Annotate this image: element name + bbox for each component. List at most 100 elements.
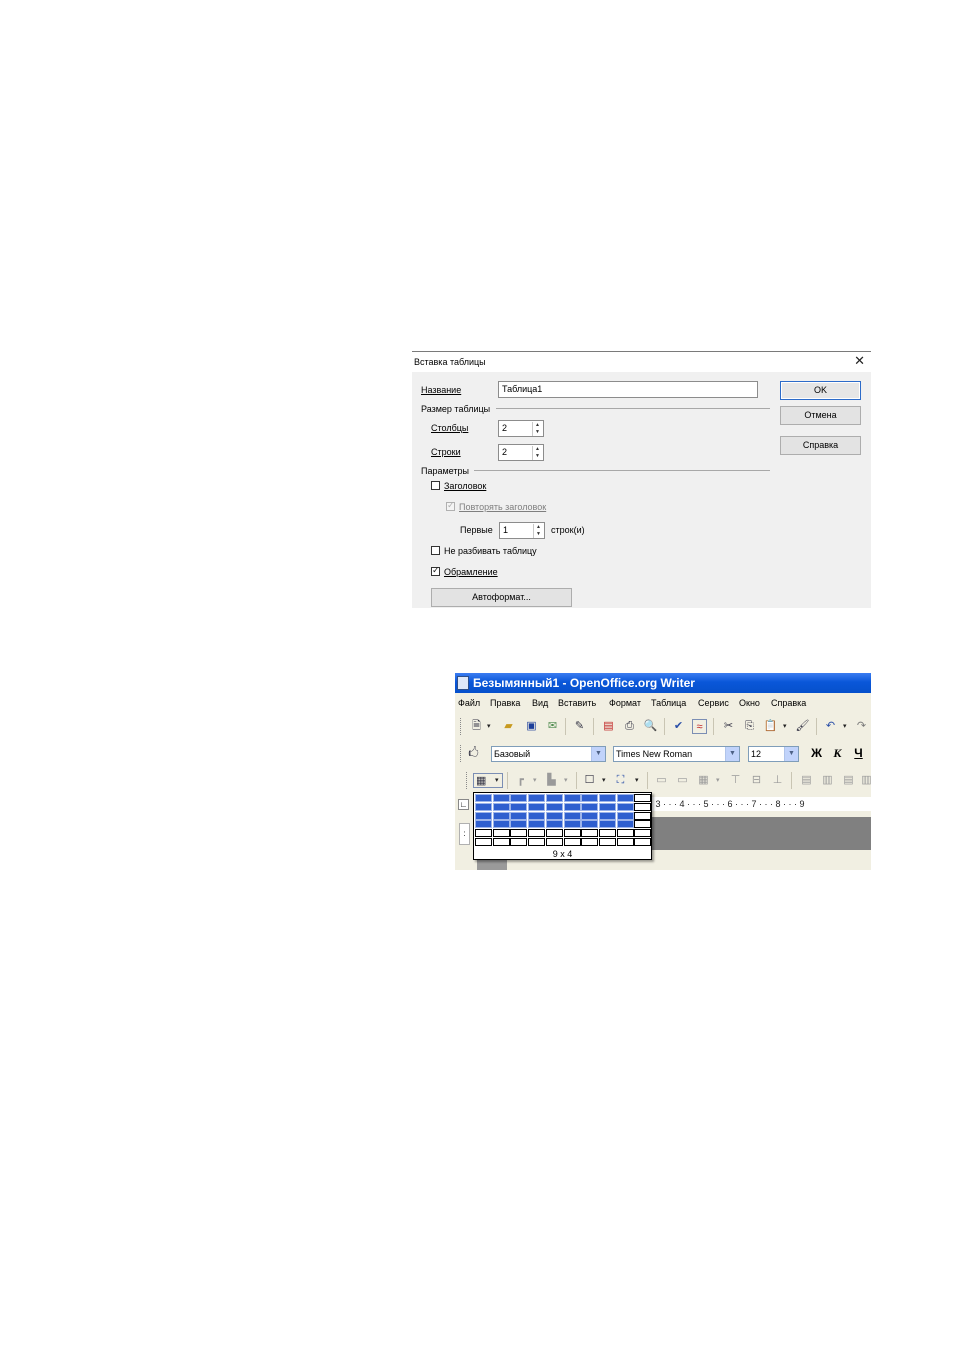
- grid-cell[interactable]: [616, 838, 634, 846]
- chevron-down-icon[interactable]: ▼: [591, 747, 605, 761]
- spin-arrows-icon[interactable]: ▲ ▼: [532, 446, 542, 460]
- grid-cell[interactable]: [528, 820, 546, 829]
- bold-button[interactable]: Ж: [809, 746, 824, 761]
- grid-cell[interactable]: [563, 794, 581, 802]
- chevron-down-icon[interactable]: ▼: [784, 747, 798, 761]
- undo-icon[interactable]: ↶: [823, 719, 838, 734]
- grid-cell[interactable]: [528, 838, 546, 846]
- autoformat-button[interactable]: Автоформат...: [431, 588, 572, 607]
- toolbar-grip[interactable]: [466, 772, 469, 789]
- rows-spinbox[interactable]: 2 ▲ ▼: [498, 444, 544, 461]
- grid-cell[interactable]: [598, 794, 616, 802]
- autospellcheck-icon[interactable]: ≈: [692, 719, 707, 734]
- borders-dropdown-icon[interactable]: ▾: [602, 773, 608, 788]
- grid-cell[interactable]: [545, 802, 563, 811]
- menu-help[interactable]: Справка: [771, 698, 806, 708]
- grid-cell[interactable]: [598, 820, 616, 829]
- undo-dropdown-icon[interactable]: ▾: [843, 719, 849, 734]
- no-split-checkbox[interactable]: [431, 546, 440, 555]
- paste-icon[interactable]: 📋: [763, 719, 778, 734]
- menu-insert[interactable]: Вставить: [558, 698, 596, 708]
- grid-cell[interactable]: [616, 820, 634, 829]
- email-icon[interactable]: ✉: [545, 719, 560, 734]
- font-name-combo[interactable]: Times New Roman ▼: [613, 746, 740, 762]
- grid-cell[interactable]: [475, 838, 492, 846]
- grid-cell[interactable]: [563, 838, 581, 846]
- grid-cell[interactable]: [581, 829, 599, 838]
- menu-window[interactable]: Окно: [739, 698, 760, 708]
- grid-cell[interactable]: [475, 829, 492, 838]
- ok-button[interactable]: OK: [780, 381, 861, 400]
- grid-cell[interactable]: [492, 794, 510, 802]
- grid-cell[interactable]: [598, 811, 616, 820]
- borders-icon[interactable]: ☐: [582, 773, 597, 788]
- paste-dropdown-icon[interactable]: ▾: [783, 719, 789, 734]
- grid-cell[interactable]: [475, 794, 492, 802]
- font-size-combo[interactable]: 12 ▼: [748, 746, 799, 762]
- background-color-icon[interactable]: ⛶: [613, 773, 628, 788]
- grid-cell[interactable]: [634, 802, 652, 811]
- grid-cell[interactable]: [634, 829, 652, 838]
- grid-cell[interactable]: [492, 829, 510, 838]
- edit-file-icon[interactable]: ✎: [572, 719, 587, 734]
- paragraph-style-combo[interactable]: Базовый ▼: [491, 746, 606, 762]
- grid-cell[interactable]: [528, 794, 546, 802]
- italic-button[interactable]: К: [830, 746, 845, 761]
- grid-cell[interactable]: [634, 838, 652, 846]
- toolbar-grip[interactable]: [460, 718, 463, 735]
- save-icon[interactable]: ▣: [524, 719, 539, 734]
- grid-cell[interactable]: [598, 802, 616, 811]
- cut-icon[interactable]: ✂: [721, 719, 736, 734]
- spellcheck-icon[interactable]: ✔: [671, 719, 686, 734]
- repeat-header-checkbox[interactable]: [446, 500, 455, 511]
- redo-icon[interactable]: ↷: [854, 719, 869, 734]
- menu-file[interactable]: Файл: [458, 698, 480, 708]
- print-preview-icon[interactable]: 🔍: [643, 719, 658, 734]
- insert-table-dropdown-icon[interactable]: ▾: [495, 773, 501, 788]
- grid-cell[interactable]: [634, 820, 652, 829]
- grid-cell[interactable]: [510, 802, 528, 811]
- new-document-icon[interactable]: 🗎: [469, 719, 484, 734]
- spin-arrows-icon[interactable]: ▲ ▼: [533, 524, 543, 538]
- grid-cell[interactable]: [616, 802, 634, 811]
- close-icon[interactable]: ✕: [854, 354, 865, 368]
- cancel-button[interactable]: Отмена: [780, 406, 861, 425]
- header-checkbox[interactable]: [431, 481, 440, 490]
- grid-cell[interactable]: [492, 820, 510, 829]
- grid-cell[interactable]: [581, 794, 599, 802]
- grid-cell[interactable]: [475, 820, 492, 829]
- grid-cell[interactable]: [528, 811, 546, 820]
- menu-tools[interactable]: Сервис: [698, 698, 729, 708]
- grid-cell[interactable]: [492, 802, 510, 811]
- tab-stop-icon[interactable]: ∟: [458, 799, 469, 810]
- horizontal-ruler[interactable]: · 3 · · · 4 · · · 5 · · · 6 · · · 7 · · …: [650, 797, 871, 811]
- grid-cell[interactable]: [598, 838, 616, 846]
- grid-cell[interactable]: [545, 811, 563, 820]
- new-dropdown-icon[interactable]: ▾: [487, 719, 493, 734]
- grid-cell[interactable]: [634, 811, 652, 820]
- grid-cell[interactable]: [510, 820, 528, 829]
- grid-cell[interactable]: [563, 811, 581, 820]
- grid-cell[interactable]: [616, 811, 634, 820]
- underline-button[interactable]: Ч: [851, 746, 866, 761]
- grid-cell[interactable]: [581, 802, 599, 811]
- grid-cell[interactable]: [563, 829, 581, 838]
- table-size-grid-popup[interactable]: 9 x 4: [473, 792, 652, 860]
- styles-icon[interactable]: 🖒: [466, 746, 481, 761]
- grid-cell[interactable]: [545, 829, 563, 838]
- grid-cell[interactable]: [492, 811, 510, 820]
- name-input[interactable]: Таблица1: [498, 381, 758, 398]
- background-color-dropdown-icon[interactable]: ▾: [635, 773, 641, 788]
- grid-cell[interactable]: [545, 820, 563, 829]
- help-button[interactable]: Справка: [780, 436, 861, 455]
- grid-cell[interactable]: [598, 829, 616, 838]
- export-pdf-icon[interactable]: ▤: [601, 719, 616, 734]
- menu-edit[interactable]: Правка: [490, 698, 520, 708]
- menu-table[interactable]: Таблица: [651, 698, 686, 708]
- first-rows-spinbox[interactable]: 1 ▲ ▼: [499, 522, 545, 539]
- format-paintbrush-icon[interactable]: 🖌: [795, 719, 810, 734]
- grid-cell[interactable]: [581, 820, 599, 829]
- grid-cell[interactable]: [581, 838, 599, 846]
- print-icon[interactable]: ⎙: [622, 719, 637, 734]
- grid-cell[interactable]: [545, 794, 563, 802]
